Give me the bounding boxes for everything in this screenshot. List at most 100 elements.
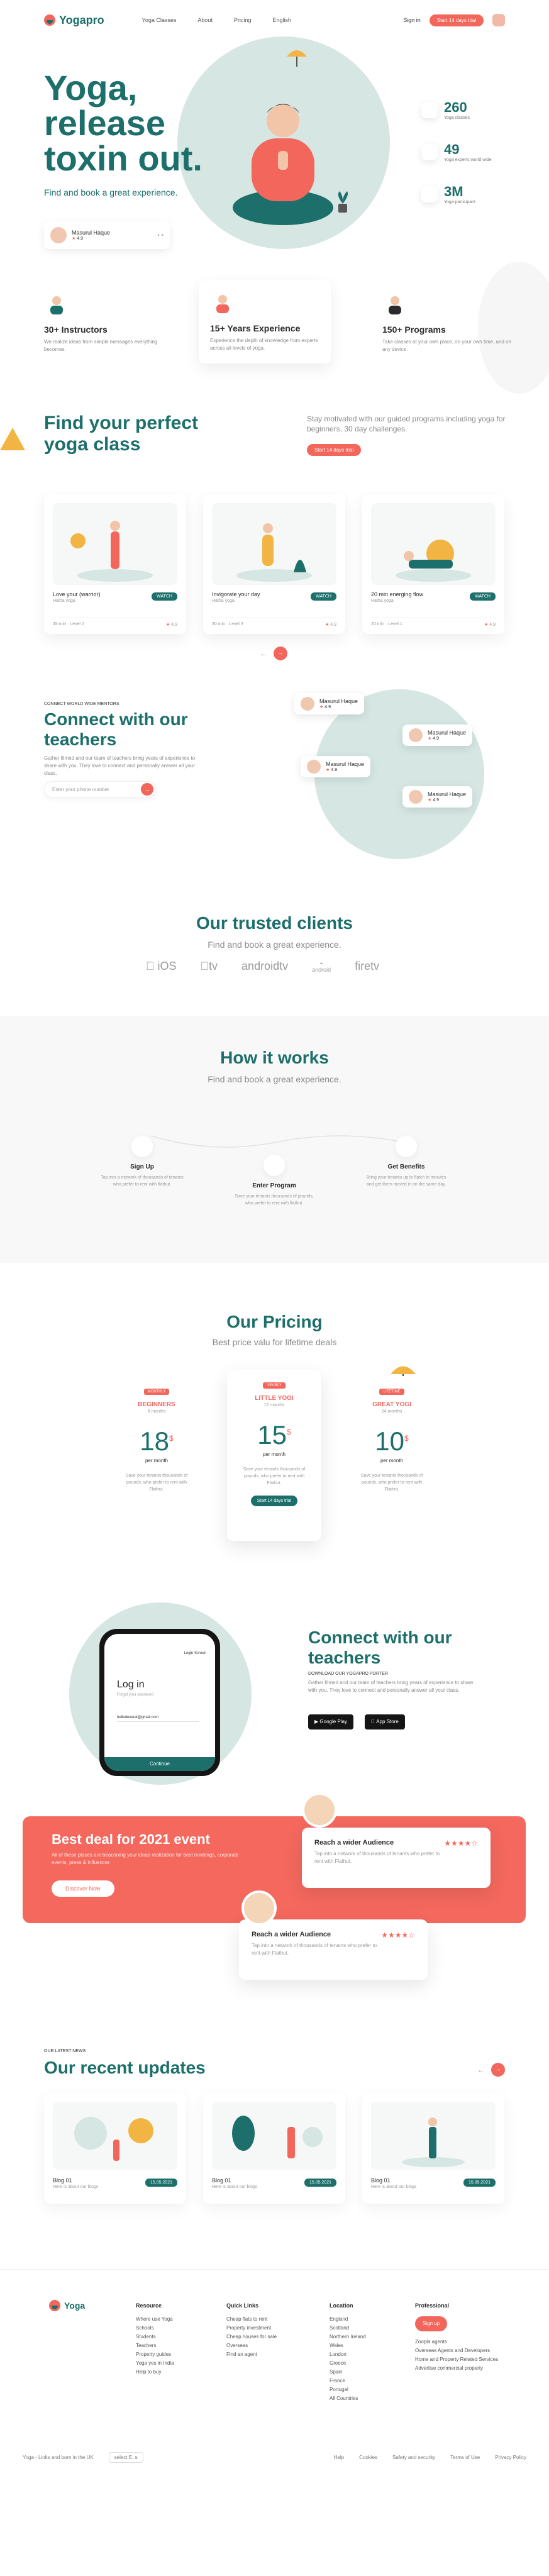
teacher-name: Masurul Haque xyxy=(428,791,467,797)
plan-beginners[interactable]: MONTHLY BEGINNERS 6 months 18$ per month… xyxy=(109,1376,204,1532)
footer-link[interactable]: Property investment xyxy=(226,2324,277,2333)
class-card[interactable]: 20 min energing flow Hatha yoga WATCH 20… xyxy=(362,494,504,634)
class-illustration xyxy=(53,503,177,585)
discover-button[interactable]: Discover Now xyxy=(52,1880,114,1897)
stat-classes: 260 Yoga classes xyxy=(421,99,492,120)
rating-stars: ★★★★☆ xyxy=(381,1931,415,1940)
footer-link-safety[interactable]: Safety and security xyxy=(392,2455,435,2460)
footer-link[interactable]: All Countries xyxy=(330,2394,366,2403)
footer-link[interactable]: Property guides xyxy=(136,2350,174,2359)
class-rating: 4.9 xyxy=(489,623,496,627)
plan-price-row: 15$ xyxy=(227,1420,321,1450)
blog-subtitle: Here is about our blogs xyxy=(212,2185,258,2189)
teacher-card[interactable]: Masurul Haque ★ 4.9 xyxy=(301,756,371,777)
phone-email-field[interactable]: hellodeverat@gmail.com xyxy=(117,1716,199,1722)
teacher-rating-row: ★ 4.9 xyxy=(319,704,358,709)
footer-link-help[interactable]: Help xyxy=(334,2455,344,2460)
footer-link[interactable]: Wales xyxy=(330,2341,366,2350)
footer-col-resource: Resource Where use Yoga Schools Students… xyxy=(136,2301,174,2377)
footer-link[interactable]: Overseas Agents and Developers xyxy=(415,2346,498,2355)
play-icon: ▶ xyxy=(314,1719,319,1724)
class-subtitle: Hatha yoga xyxy=(212,599,235,603)
teacher-card[interactable]: Masurul Haque ★ 4.9 xyxy=(402,786,473,808)
updates-pager: ← → xyxy=(477,2063,505,2077)
footer-link[interactable]: Spain xyxy=(330,2368,366,2377)
footer-link[interactable]: Where use Yoga xyxy=(136,2315,174,2324)
teacher-card[interactable]: Masurul Haque ★ 4.9 xyxy=(294,693,365,714)
program-icon xyxy=(382,293,408,318)
blog-subtitle: Here is about our blogs xyxy=(371,2185,417,2189)
class-duration: 45 min · Level 2 xyxy=(53,622,84,626)
footer-link[interactable]: Northern Ireland xyxy=(330,2333,366,2341)
footer-link-terms[interactable]: Terms of Use xyxy=(450,2455,480,2460)
avatar xyxy=(409,790,423,804)
footer-signup-button[interactable]: Sign up xyxy=(415,2316,448,2331)
footer-link[interactable]: Yoga yes in India xyxy=(136,2359,174,2368)
stat-label: Yoga classes xyxy=(444,116,470,120)
footer-link[interactable]: Help to buy xyxy=(136,2368,174,2377)
blog-card[interactable]: Blog 01 Here is about our blogs 15.05.20… xyxy=(203,2093,345,2204)
footer-link[interactable]: England xyxy=(330,2315,366,2324)
footer-link[interactable]: London xyxy=(330,2350,366,2359)
plan-little-yogi[interactable]: YEARLY LITTLE YOGI 12 months 15$ per mon… xyxy=(227,1370,321,1541)
class-card[interactable]: Love your (warrior) Hatha yoga WATCH 45 … xyxy=(44,494,186,634)
footer-link[interactable]: Cheap houses for sale xyxy=(226,2333,277,2341)
classes-trial-button[interactable]: Start 14 days trial xyxy=(307,444,362,456)
footer-link[interactable]: France xyxy=(330,2377,366,2385)
blog-card[interactable]: Blog 01 Here is about our blogs 15.05.20… xyxy=(362,2093,504,2204)
teacher-card[interactable]: Masurul Haque ★ 4.9 xyxy=(402,724,473,746)
footer-link[interactable]: Home and Property Related Services xyxy=(415,2355,498,2364)
instructor-icon xyxy=(44,293,69,318)
footer-link[interactable]: Students xyxy=(136,2333,174,2341)
footer-col-title: Resource xyxy=(136,2302,162,2309)
watch-button[interactable]: WATCH xyxy=(470,592,496,601)
more-icon[interactable]: • • xyxy=(157,232,164,239)
footer-link[interactable]: Advertise commercial property xyxy=(415,2364,498,2373)
app-kicker: DOWNLOAD OUR YOGAPRO PORTER xyxy=(308,1672,388,1676)
phone-continue-button[interactable]: Continue xyxy=(104,1757,215,1771)
footer-logo[interactable]: Yoga xyxy=(49,2300,85,2311)
currency: $ xyxy=(169,1434,174,1443)
footer-link[interactable]: Scotland xyxy=(330,2324,366,2333)
hero-instructor-card[interactable]: Masurul Haque ★ 4.9 • • xyxy=(44,221,170,249)
footer-link[interactable]: Portugal xyxy=(330,2385,366,2394)
next-arrow-icon[interactable]: → xyxy=(491,2063,505,2077)
class-card[interactable]: Invigorate your day Hatha yoga WATCH 30 … xyxy=(203,494,345,634)
class-rating-row: ★ 4.9 xyxy=(325,622,336,627)
submit-arrow-icon[interactable]: → xyxy=(141,783,153,796)
language-select[interactable]: select E. s xyxy=(108,2452,143,2463)
next-arrow-icon[interactable]: → xyxy=(274,647,287,660)
step-signup: Sign Up Tap into a network of thousands … xyxy=(98,1136,186,1188)
google-play-button[interactable]: ▶ Google Play xyxy=(308,1714,353,1729)
plan-great-yogi[interactable]: LIFETIME GREAT YOGI 24 months 10$ per mo… xyxy=(345,1376,439,1532)
classes-title: Find your perfect yoga class xyxy=(44,413,199,455)
feature-title: 15+ Years Experience xyxy=(210,323,301,333)
plan-trial-button[interactable]: Start 14 days trial xyxy=(250,1496,298,1506)
prev-arrow-icon[interactable]: ← xyxy=(477,2065,485,2074)
class-illustration xyxy=(212,503,336,585)
audience-text: Tap into a network of thousands of tenan… xyxy=(314,1851,440,1864)
class-meta: 30 min · Level 3 ★ 4.9 xyxy=(212,618,336,627)
prev-arrow-icon[interactable]: ← xyxy=(260,649,267,658)
footer-link[interactable]: Overseas xyxy=(226,2341,277,2350)
footer-link-cookies[interactable]: Cookies xyxy=(359,2455,377,2460)
phone-input[interactable]: Enter your phone number xyxy=(44,781,156,797)
updates-kicker: OUR LATEST NEWS xyxy=(44,2049,86,2053)
footer-link[interactable]: Schools xyxy=(136,2324,174,2333)
blog-date: 15.05.2021 xyxy=(463,2179,496,2187)
app-store-button[interactable]:  App Store xyxy=(365,1714,405,1729)
footer-link[interactable]: Find an agent xyxy=(226,2350,277,2359)
class-rating-row: ★ 4.9 xyxy=(166,622,177,627)
clients-section: Our trusted clients Find and book a grea… xyxy=(0,878,549,1016)
watch-button[interactable]: WATCH xyxy=(152,592,177,601)
footer-link-privacy[interactable]: Privacy Policy xyxy=(495,2455,526,2460)
copyright: Yoga - Links and born in the UK xyxy=(23,2455,94,2460)
footer-link[interactable]: Cheap flats to rent xyxy=(226,2315,277,2324)
footer-link[interactable]: Zoopla agents xyxy=(415,2338,498,2346)
footer-link[interactable]: Teachers xyxy=(136,2341,174,2350)
blog-card[interactable]: Blog 01 Here is about our blogs 15.05.20… xyxy=(44,2093,186,2204)
deal-title: Best deal for 2021 event xyxy=(52,1831,210,1847)
plant-icon xyxy=(338,191,348,213)
footer-link[interactable]: Greece xyxy=(330,2359,366,2368)
watch-button[interactable]: WATCH xyxy=(311,592,336,601)
